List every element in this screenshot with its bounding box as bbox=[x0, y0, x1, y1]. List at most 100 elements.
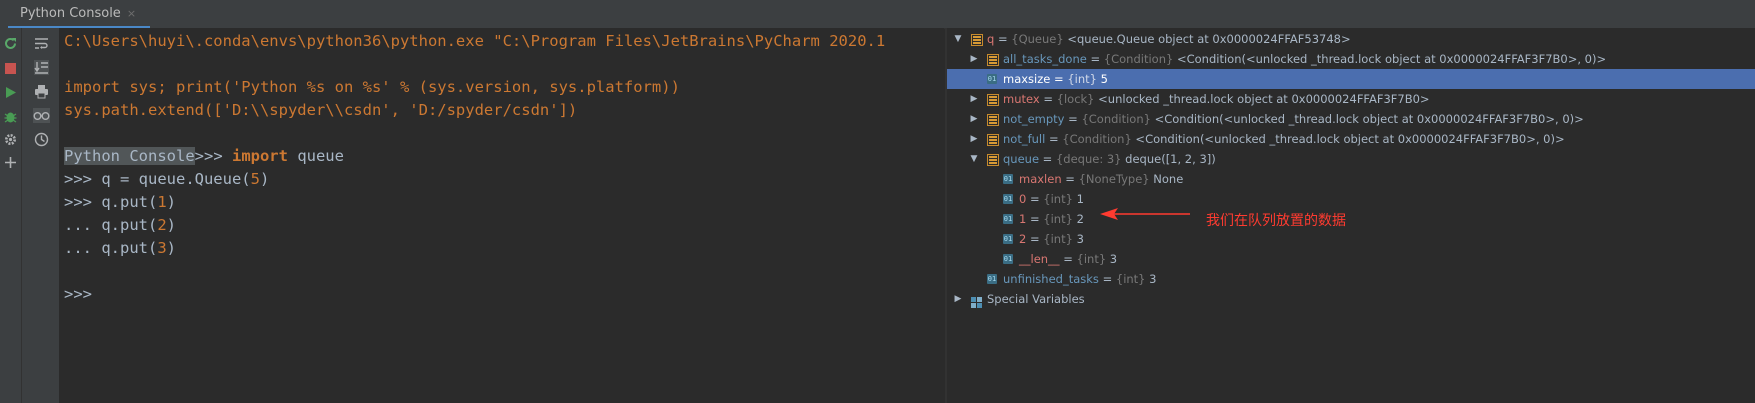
console-toolbar-secondary bbox=[22, 28, 60, 403]
variable-type: {Queue} bbox=[1011, 32, 1064, 46]
field-icon bbox=[987, 94, 999, 106]
variable-value: deque([1, 2, 3]) bbox=[1121, 152, 1216, 166]
equals-sign: = bbox=[1026, 232, 1044, 246]
variable-row[interactable]: ▼ q = {Queue} <queue.Queue object at 0x00… bbox=[947, 29, 1755, 49]
variable-type: {int} bbox=[1115, 272, 1146, 286]
number-literal: 5 bbox=[250, 170, 260, 188]
variable-row[interactable]: ▶ all_tasks_done = {Condition} <Condition… bbox=[947, 49, 1755, 69]
expanded-arrow-icon[interactable]: ▼ bbox=[969, 149, 979, 169]
field-icon bbox=[987, 54, 999, 66]
annotation-arrow bbox=[1100, 208, 1190, 220]
prompt: ... bbox=[64, 216, 102, 234]
code: q = queue.Queue( bbox=[101, 170, 251, 188]
variable-name: not_empty bbox=[1003, 112, 1065, 126]
variable-type: {deque: 3} bbox=[1055, 152, 1122, 166]
rerun-icon[interactable] bbox=[3, 36, 18, 51]
field-icon bbox=[987, 134, 999, 146]
equals-sign: = bbox=[1050, 72, 1068, 86]
code: ) bbox=[166, 216, 177, 234]
variable-type: {int} bbox=[1076, 252, 1107, 266]
soft-wrap-icon[interactable] bbox=[34, 36, 49, 51]
debug-icon[interactable] bbox=[3, 109, 18, 124]
equals-sign: = bbox=[1026, 192, 1044, 206]
tab-label: Python Console bbox=[20, 6, 121, 21]
show-variables-icon[interactable] bbox=[33, 108, 50, 123]
console-line-put-1: >>> q.put(1) bbox=[64, 193, 176, 211]
equals-sign: = bbox=[1026, 212, 1044, 226]
variable-type: {int} bbox=[1043, 232, 1073, 246]
selected-text: Python Console bbox=[64, 147, 195, 165]
number-literal: 3 bbox=[157, 239, 167, 257]
variable-name: unfinished_tasks bbox=[1003, 272, 1099, 286]
console-line-interpreter-path: C:\Users\huyi\.conda\envs\python36\pytho… bbox=[64, 32, 886, 50]
equals-sign: = bbox=[1059, 252, 1077, 266]
collapsed-arrow-icon[interactable]: ▶ bbox=[969, 49, 979, 69]
close-icon[interactable]: × bbox=[127, 7, 136, 20]
variable-row[interactable]: 01 0 = {int} 1 bbox=[947, 189, 1755, 209]
equals-sign: = bbox=[1061, 172, 1079, 186]
variable-row[interactable]: ▼ queue = {deque: 3} deque([1, 2, 3]) bbox=[947, 149, 1755, 169]
code: q.put( bbox=[101, 193, 158, 211]
variable-value: None bbox=[1149, 172, 1184, 186]
expanded-arrow-icon[interactable]: ▼ bbox=[953, 29, 963, 49]
variable-name: maxlen bbox=[1019, 172, 1062, 186]
variable-name: queue bbox=[1003, 152, 1040, 166]
collapsed-arrow-icon[interactable]: ▶ bbox=[969, 109, 979, 129]
variable-row[interactable]: 01 1 = {int} 2 bbox=[947, 209, 1755, 229]
variable-row[interactable]: 01 maxlen = {NoneType} None bbox=[947, 169, 1755, 189]
add-icon[interactable] bbox=[4, 156, 17, 169]
print-icon[interactable] bbox=[34, 84, 49, 99]
prompt: >>> bbox=[64, 170, 102, 188]
console-line-sys-path: sys.path.extend(['D:\\spyder\\csdn', 'D:… bbox=[64, 101, 578, 119]
collapsed-arrow-icon[interactable]: ▶ bbox=[953, 289, 963, 309]
variable-row[interactable]: 01 unfinished_tasks = {int} 3 bbox=[947, 269, 1755, 289]
variable-value: <Condition(<unlocked _thread.lock object… bbox=[1131, 132, 1565, 146]
variable-value: 2 bbox=[1072, 212, 1084, 226]
equals-sign: = bbox=[994, 32, 1012, 46]
variable-row[interactable]: ▶ mutex = {lock} <unlocked _thread.lock o… bbox=[947, 89, 1755, 109]
console-output[interactable]: C:\Users\huyi\.conda\envs\python36\pytho… bbox=[60, 28, 944, 403]
variable-row[interactable]: 01 2 = {int} 3 bbox=[947, 229, 1755, 249]
history-icon[interactable] bbox=[34, 132, 49, 147]
variable-row[interactable]: 01 __len__ = {int} 3 bbox=[947, 249, 1755, 269]
variable-name: mutex bbox=[1003, 92, 1040, 106]
variable-name: maxsize bbox=[1003, 72, 1051, 86]
equals-sign: = bbox=[1098, 272, 1116, 286]
collapsed-arrow-icon[interactable]: ▶ bbox=[969, 89, 979, 109]
settings-icon[interactable] bbox=[3, 132, 18, 147]
code: ) bbox=[166, 193, 177, 211]
variable-row[interactable]: ▶ Special Variables bbox=[947, 289, 1755, 309]
variable-type: {Condition} bbox=[1062, 132, 1132, 146]
console-input-prompt[interactable]: >>> bbox=[64, 285, 92, 303]
prompt: >>> bbox=[64, 193, 102, 211]
variable-row[interactable]: ▶ not_full = {Condition} <Condition(<unlo… bbox=[947, 129, 1755, 149]
module-name: queue bbox=[287, 147, 344, 165]
variable-type: {Condition} bbox=[1103, 52, 1174, 66]
equals-sign: = bbox=[1039, 152, 1056, 166]
tab-python-console[interactable]: Python Console × bbox=[8, 0, 151, 29]
tool-window-tabbar: Python Console × bbox=[0, 0, 1755, 29]
primitive-value-icon: 01 bbox=[987, 274, 997, 284]
keyword: import bbox=[231, 147, 288, 165]
number-literal: 2 bbox=[157, 216, 167, 234]
primitive-value-icon: 01 bbox=[987, 74, 997, 84]
variable-value: <Condition(<unlocked _thread.lock object… bbox=[1150, 112, 1584, 126]
prompt: ... bbox=[64, 239, 102, 257]
variable-type: {lock} bbox=[1056, 92, 1095, 106]
variable-value: 3 bbox=[1072, 232, 1084, 246]
code: ) bbox=[166, 239, 177, 257]
variable-value: <Condition(<unlocked _thread.lock object… bbox=[1173, 52, 1607, 66]
variable-row[interactable]: ▶ not_empty = {Condition} <Condition(<unl… bbox=[947, 109, 1755, 129]
variable-type: {int} bbox=[1043, 212, 1073, 226]
equals-sign: = bbox=[1064, 112, 1082, 126]
variable-name: Special Variables bbox=[987, 292, 1085, 306]
field-icon bbox=[971, 34, 983, 46]
run-icon[interactable] bbox=[4, 86, 17, 99]
console-line-put-2: ... q.put(2) bbox=[64, 216, 176, 234]
variable-row[interactable]: 01 maxsize = {int} 5 bbox=[947, 69, 1755, 89]
console-line-put-3: ... q.put(3) bbox=[64, 239, 176, 257]
collapsed-arrow-icon[interactable]: ▶ bbox=[969, 129, 979, 149]
stop-icon[interactable] bbox=[4, 62, 17, 75]
equals-sign: = bbox=[1039, 92, 1057, 106]
scroll-to-end-icon[interactable] bbox=[34, 60, 49, 75]
